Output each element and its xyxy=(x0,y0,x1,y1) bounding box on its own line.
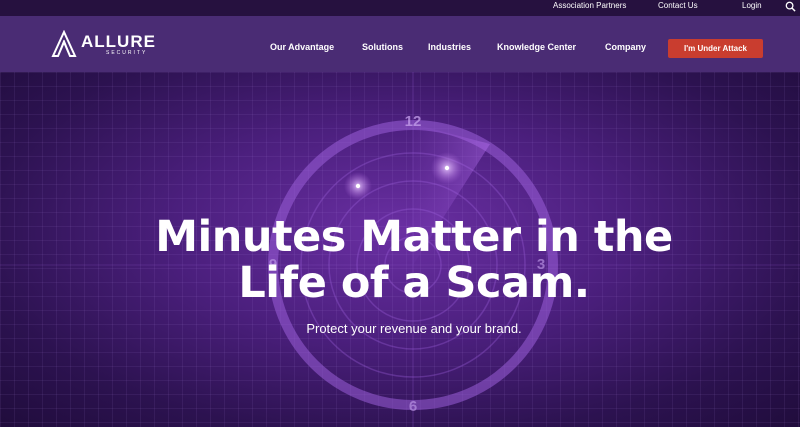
nav-item-our-advantage[interactable]: Our Advantage xyxy=(270,42,334,52)
brand-logo[interactable]: ALLURE SECURITY xyxy=(50,30,168,60)
clock-number-12: 12 xyxy=(405,113,422,130)
search-icon[interactable] xyxy=(785,1,796,12)
hero-heading-line-2: Life of a Scam. xyxy=(238,258,590,308)
nav-item-company[interactable]: Company xyxy=(605,42,646,52)
utility-bar: Association Partners Contact Us Login xyxy=(0,0,800,16)
login-link[interactable]: Login xyxy=(742,1,762,10)
brand-tagline: SECURITY xyxy=(106,50,148,56)
brand-name: ALLURE xyxy=(81,32,156,51)
nav-item-knowledge-center[interactable]: Knowledge Center xyxy=(497,42,576,52)
contact-us-link[interactable]: Contact Us xyxy=(658,1,698,10)
association-partners-link[interactable]: Association Partners xyxy=(553,1,626,10)
clock-number-6: 6 xyxy=(409,398,417,415)
allure-logo-icon xyxy=(51,30,77,57)
under-attack-button[interactable]: I'm Under Attack xyxy=(668,39,763,58)
hero-subtitle: Protect your revenue and your brand. xyxy=(306,321,522,336)
nav-item-solutions[interactable]: Solutions xyxy=(362,42,403,52)
main-navbar: ALLURE SECURITY Our Advantage Solutions … xyxy=(0,16,800,72)
hero-heading: Minutes Matter in the Life of a Scam. xyxy=(0,214,800,306)
hero-heading-line-1: Minutes Matter in the xyxy=(155,212,673,262)
nav-item-industries[interactable]: Industries xyxy=(428,42,471,52)
hero-section: 12 3 6 9 Minutes Matter in the Life of a… xyxy=(0,72,800,427)
